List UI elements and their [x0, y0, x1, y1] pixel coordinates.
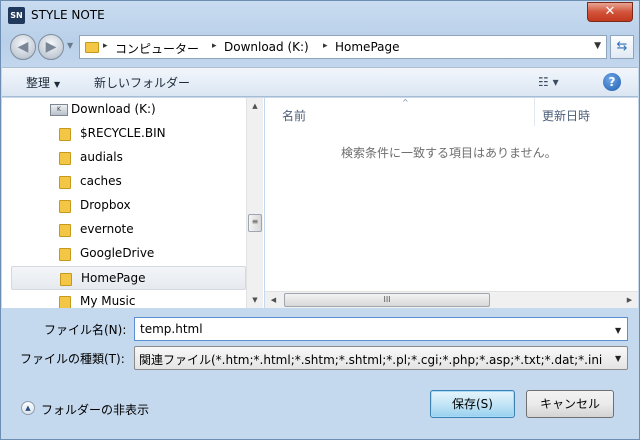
help-icon[interactable]: ?: [603, 73, 621, 91]
command-toolbar: 整理 ▼ 新しいフォルダー ☷ ▾ ?: [2, 67, 638, 97]
filename-input[interactable]: [134, 317, 628, 341]
collapse-chevron-up-icon: ▲: [21, 401, 35, 415]
tree-item-label: caches: [80, 174, 122, 188]
save-button[interactable]: 保存(S): [430, 390, 515, 418]
folder-icon: [59, 152, 71, 165]
folder-icon: [59, 224, 71, 237]
app-logo-icon: SN: [8, 7, 25, 24]
tree-item-dropbox[interactable]: Dropbox: [11, 194, 246, 218]
folder-icon: [59, 200, 71, 213]
filetype-select[interactable]: 関連ファイル(*.htm;*.html;*.shtm;*.shtml;*.pl;…: [134, 346, 628, 370]
tree-item-label: $RECYCLE.BIN: [80, 126, 166, 140]
back-button[interactable]: ◀: [10, 34, 36, 60]
folder-tree-pane: K Download (K:) $RECYCLE.BIN audials cac…: [2, 98, 264, 308]
address-bar[interactable]: ▸ コンピューター ▸ Download (K:) ▸ HomePage ▼: [79, 35, 607, 59]
tree-item-my-music[interactable]: My Music: [11, 290, 246, 308]
filename-history-chevron-down-icon[interactable]: ▼: [615, 326, 621, 335]
breadcrumb-download-drive[interactable]: Download (K:): [224, 40, 309, 54]
breadcrumb-separator-icon[interactable]: ▸: [103, 41, 108, 51]
list-horizontal-scrollbar[interactable]: ◀ III ▶: [265, 291, 638, 308]
column-header-name[interactable]: 名前: [282, 107, 306, 124]
file-list-pane: ^ 名前 更新日時 検索条件に一致する項目はありません。 ◀ III ▶: [265, 98, 638, 308]
tree-item-homepage[interactable]: HomePage: [11, 266, 246, 290]
breadcrumb-homepage[interactable]: HomePage: [335, 40, 400, 54]
tree-item-label: audials: [80, 150, 123, 164]
recent-pages-chevron-down-icon[interactable]: ▼: [67, 41, 73, 50]
organize-button[interactable]: 整理 ▼: [26, 74, 60, 91]
folder-icon: [59, 128, 71, 141]
save-dialog-window: SN STYLE NOTE ✕ ◀ ▶ ▼ ▸ コンピューター ▸ Downlo…: [0, 0, 640, 440]
address-history-chevron-down-icon[interactable]: ▼: [594, 41, 601, 51]
empty-list-message: 検索条件に一致する項目はありません。: [341, 146, 557, 160]
change-view-button[interactable]: ☷ ▾: [538, 75, 559, 89]
tree-item-download-drive[interactable]: K Download (K:): [11, 98, 246, 122]
hide-folders-label: フォルダーの非表示: [41, 403, 150, 417]
tree-item-caches[interactable]: caches: [11, 170, 246, 194]
chevron-down-icon: ▼: [54, 80, 61, 89]
tree-item-label: Dropbox: [80, 198, 131, 212]
folder-icon: [59, 176, 71, 189]
tree-item-recycle-bin[interactable]: $RECYCLE.BIN: [11, 122, 246, 146]
filename-label: ファイル名(N):: [44, 323, 127, 337]
title-bar[interactable]: SN STYLE NOTE ✕: [1, 1, 639, 29]
tree-item-label: evernote: [80, 222, 134, 236]
tree-item-label: My Music: [80, 294, 136, 308]
sort-ascending-icon: ^: [402, 98, 409, 107]
scroll-left-icon[interactable]: ◀: [265, 292, 282, 308]
drive-icon: K: [50, 104, 68, 116]
scroll-up-icon[interactable]: ▲: [247, 98, 263, 114]
new-folder-button[interactable]: 新しいフォルダー: [94, 74, 190, 91]
scroll-right-icon[interactable]: ▶: [621, 292, 638, 308]
breadcrumb-separator-icon[interactable]: ▸: [212, 41, 217, 51]
breadcrumb-separator-icon[interactable]: ▸: [323, 41, 328, 51]
navigation-row: ◀ ▶ ▼ ▸ コンピューター ▸ Download (K:) ▸ HomePa…: [1, 31, 639, 63]
tree-item-audials[interactable]: audials: [11, 146, 246, 170]
cancel-button[interactable]: キャンセル: [526, 390, 614, 418]
organize-label: 整理: [26, 76, 51, 90]
tree-item-label: GoogleDrive: [80, 246, 155, 260]
scroll-thumb[interactable]: ≡: [248, 214, 262, 232]
scroll-down-icon[interactable]: ▼: [247, 292, 263, 308]
folder-icon: [59, 248, 71, 261]
folder-icon: [85, 42, 99, 53]
tree-item-label: Download (K:): [71, 102, 156, 116]
tree-item-label: HomePage: [81, 271, 146, 285]
scroll-thumb[interactable]: III: [284, 293, 490, 307]
tree-item-googledrive[interactable]: GoogleDrive: [11, 242, 246, 266]
filetype-label: ファイルの種類(T):: [20, 352, 125, 366]
filetype-chevron-down-icon[interactable]: ▼: [615, 354, 621, 363]
filetype-selected-value: 関連ファイル(*.htm;*.html;*.shtm;*.shtml;*.pl;…: [139, 353, 603, 367]
column-header-modified-date[interactable]: 更新日時: [542, 107, 590, 124]
forward-button[interactable]: ▶: [38, 34, 64, 60]
close-button[interactable]: ✕: [587, 2, 633, 22]
breadcrumb-computer[interactable]: コンピューター: [115, 40, 199, 57]
folder-icon: [59, 296, 71, 308]
folder-icon: [60, 273, 72, 286]
column-divider[interactable]: [534, 98, 535, 126]
window-title: STYLE NOTE: [31, 8, 105, 22]
refresh-button[interactable]: ⇆: [610, 35, 634, 59]
tree-vertical-scrollbar[interactable]: ▲ ≡ ▼: [246, 98, 263, 308]
tree-item-evernote[interactable]: evernote: [11, 218, 246, 242]
